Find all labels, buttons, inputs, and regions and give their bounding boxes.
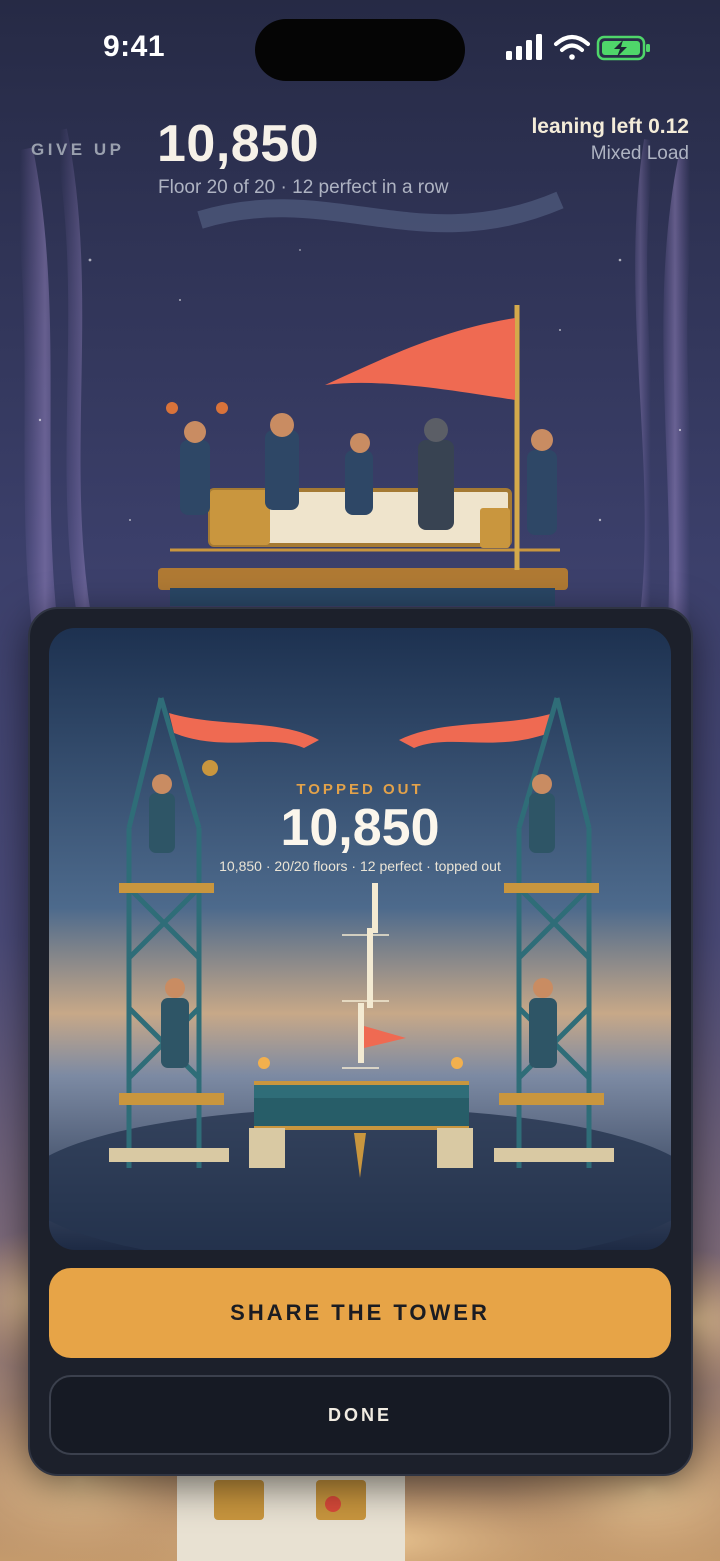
share-tower-button[interactable]: SHARE THE TOWER bbox=[49, 1268, 671, 1358]
result-heading: TOPPED OUT bbox=[296, 781, 424, 798]
final-score: 10,850 bbox=[280, 799, 440, 857]
give-up-button[interactable]: GIVE UP bbox=[31, 140, 124, 160]
tower-base bbox=[177, 1475, 405, 1561]
lean-indicator: leaning left 0.12 bbox=[531, 115, 689, 138]
hud-score: 10,850 bbox=[157, 115, 320, 173]
status-icons bbox=[506, 34, 650, 61]
load-type: Mixed Load bbox=[590, 143, 689, 164]
status-time: 9:41 bbox=[103, 30, 166, 63]
battery-charging-icon bbox=[596, 35, 650, 61]
done-button[interactable]: DONE bbox=[49, 1375, 671, 1455]
result-summary: 10,850 · 20/20 floors · 12 perfect · top… bbox=[219, 858, 501, 874]
floor-progress-text: Floor 20 of 20 · 12 perfect in a row bbox=[158, 177, 449, 198]
dynamic-island bbox=[255, 19, 465, 81]
wifi-icon bbox=[554, 35, 590, 60]
topped-out-illustration bbox=[49, 628, 671, 1250]
signal-icon bbox=[506, 34, 542, 60]
